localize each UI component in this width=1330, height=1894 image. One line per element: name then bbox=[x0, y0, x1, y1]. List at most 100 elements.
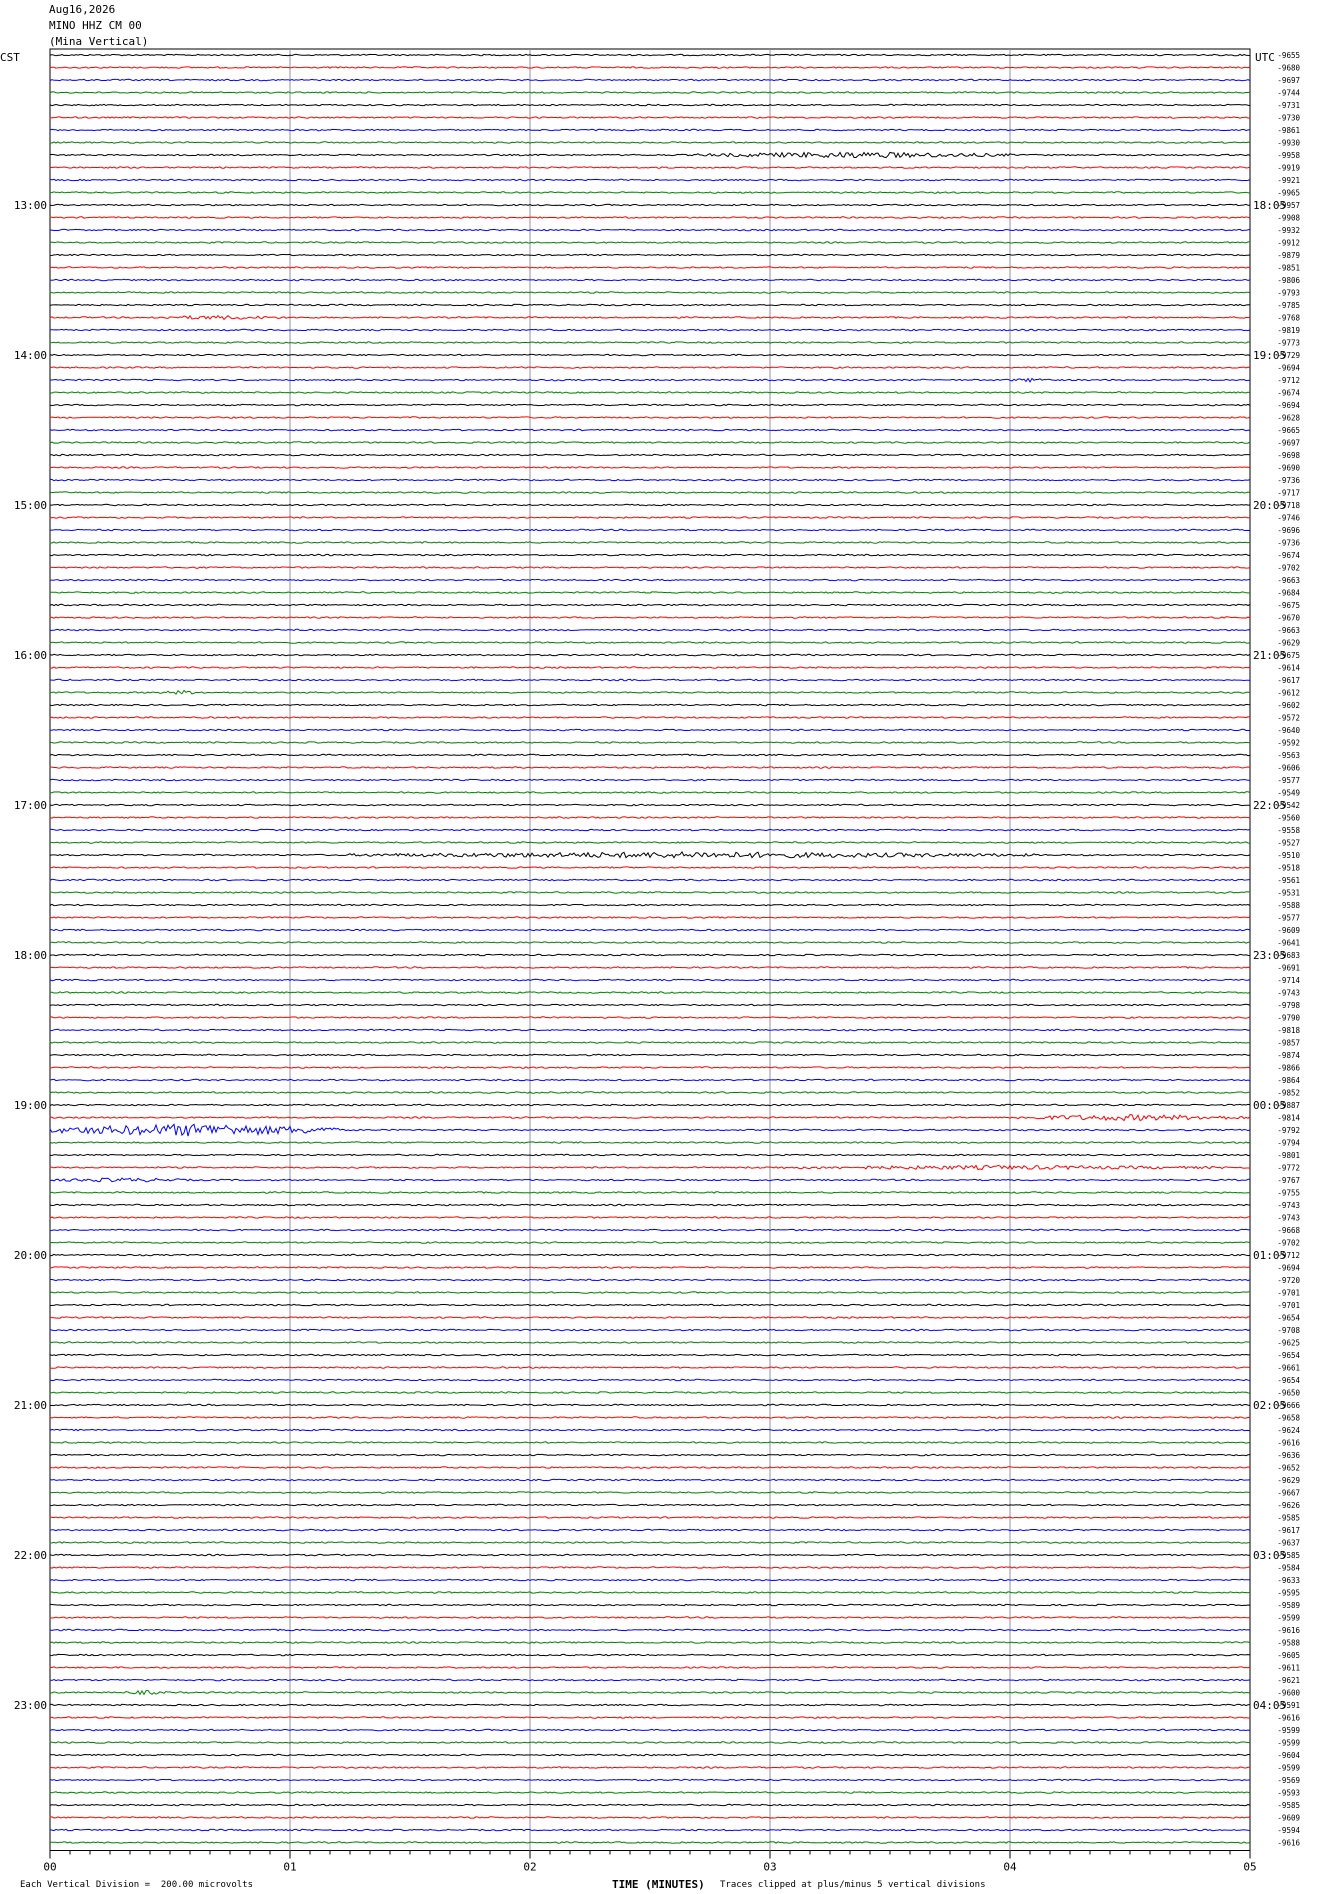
left-hour-label: 20:00 bbox=[14, 1249, 47, 1262]
trace-offset-label: -9641 bbox=[1277, 939, 1300, 948]
trace-line bbox=[49, 103, 1251, 107]
trace-line bbox=[49, 1841, 1251, 1844]
trace-offset-label: -9736 bbox=[1277, 539, 1300, 548]
trace-line bbox=[50, 741, 1251, 744]
trace-line bbox=[49, 1114, 1251, 1122]
trace-offset-label: -9932 bbox=[1277, 226, 1300, 235]
trace-offset-label: -9616 bbox=[1277, 1714, 1300, 1723]
trace-offset-label: -9616 bbox=[1277, 1626, 1300, 1635]
trace-line bbox=[49, 578, 1251, 582]
trace-line bbox=[49, 1689, 1251, 1696]
trace-line bbox=[49, 903, 1251, 907]
trace-line bbox=[49, 1553, 1251, 1557]
right-hour-label: 04:05 bbox=[1253, 1699, 1286, 1712]
trace-line bbox=[49, 1791, 1251, 1794]
trace-line bbox=[49, 1441, 1251, 1444]
trace-line bbox=[49, 353, 1251, 357]
trace-offset-label: -9560 bbox=[1277, 814, 1300, 823]
trace-offset-label: -9670 bbox=[1277, 614, 1300, 623]
trace-offset-label: -9592 bbox=[1277, 739, 1300, 748]
trace-line bbox=[49, 1741, 1251, 1744]
trace-offset-label: -9527 bbox=[1277, 839, 1300, 848]
trace-offset-label: -9930 bbox=[1277, 139, 1300, 148]
trace-line bbox=[49, 541, 1251, 544]
trace-offset-label: -9736 bbox=[1277, 476, 1300, 485]
trace-offset-label: -9577 bbox=[1277, 776, 1300, 785]
trace-offset-label: -9561 bbox=[1277, 876, 1300, 885]
trace-offset-label: -9654 bbox=[1277, 1314, 1300, 1323]
trace-offset-label: -9874 bbox=[1277, 1051, 1300, 1060]
trace-offset-label: -9720 bbox=[1277, 1276, 1300, 1285]
trace-offset-label: -9599 bbox=[1277, 1739, 1300, 1748]
trace-offset-label: -9730 bbox=[1277, 114, 1300, 123]
trace-offset-label: -9663 bbox=[1277, 576, 1300, 585]
trace-offset-label: -9680 bbox=[1277, 64, 1300, 73]
right-hour-label: 18:05 bbox=[1253, 199, 1286, 212]
trace-line bbox=[49, 828, 1251, 832]
trace-offset-label: -9663 bbox=[1277, 626, 1300, 635]
trace-offset-label: -9912 bbox=[1277, 239, 1300, 248]
trace-line bbox=[49, 1816, 1251, 1819]
trace-line bbox=[49, 441, 1251, 444]
trace-line bbox=[49, 53, 1251, 57]
trace-offset-label: -9674 bbox=[1277, 389, 1300, 398]
left-hour-label: 21:00 bbox=[14, 1399, 47, 1412]
trace-line bbox=[49, 503, 1251, 507]
trace-offset-label: -9879 bbox=[1277, 251, 1300, 260]
trace-offset-label: -9599 bbox=[1277, 1764, 1300, 1773]
trace-line bbox=[49, 1528, 1251, 1532]
trace-line bbox=[49, 628, 1251, 632]
trace-line bbox=[49, 616, 1251, 619]
trace-offset-label: -9585 bbox=[1277, 1514, 1300, 1523]
trace-offset-label: -9611 bbox=[1277, 1664, 1300, 1673]
trace-offset-label: -9588 bbox=[1277, 1639, 1300, 1648]
trace-offset-label: -9604 bbox=[1277, 1751, 1300, 1760]
trace-line bbox=[49, 228, 1251, 232]
trace-line bbox=[50, 377, 1251, 383]
trace-offset-label: -9919 bbox=[1277, 164, 1300, 173]
trace-line bbox=[49, 1666, 1251, 1669]
trace-line bbox=[49, 1503, 1251, 1507]
trace-line bbox=[49, 466, 1251, 469]
trace-line bbox=[49, 241, 1250, 244]
trace-offset-label: -9626 bbox=[1277, 1501, 1300, 1510]
trace-line bbox=[49, 1303, 1251, 1307]
trace-line bbox=[49, 166, 1251, 169]
trace-line bbox=[49, 416, 1251, 419]
trace-line bbox=[49, 1041, 1251, 1044]
trace-offset-label: -9674 bbox=[1277, 551, 1300, 560]
trace-line bbox=[49, 151, 1251, 159]
trace-line bbox=[49, 1703, 1251, 1707]
trace-line bbox=[49, 1466, 1251, 1469]
x-tick-label: 04 bbox=[1003, 1861, 1017, 1874]
trace-line bbox=[49, 941, 1251, 944]
trace-line bbox=[49, 1203, 1251, 1207]
trace-line bbox=[49, 641, 1251, 644]
trace-offset-label: -9654 bbox=[1277, 1351, 1300, 1360]
trace-line bbox=[49, 878, 1251, 882]
trace-line bbox=[49, 1428, 1251, 1432]
trace-line bbox=[49, 278, 1251, 282]
trace-offset-label: -9637 bbox=[1277, 1539, 1300, 1548]
trace-line bbox=[49, 916, 1251, 919]
trace-line bbox=[49, 978, 1251, 982]
trace-offset-label: -9531 bbox=[1277, 889, 1300, 898]
trace-offset-label: -9668 bbox=[1277, 1226, 1300, 1235]
trace-line bbox=[49, 1091, 1251, 1094]
trace-line bbox=[49, 1591, 1251, 1594]
trace-offset-label: -9518 bbox=[1277, 864, 1300, 873]
trace-line bbox=[49, 1416, 1251, 1419]
right-hour-label: 20:05 bbox=[1253, 499, 1286, 512]
trace-line bbox=[49, 1653, 1251, 1657]
trace-offset-label: -9577 bbox=[1277, 914, 1300, 923]
trace-offset-label: -9621 bbox=[1277, 1676, 1300, 1685]
helicorder-plot: -9655 -9680 -9697 -9744 -9731 -9730 -9861 -9930… bbox=[14, 48, 1300, 1874]
trace-offset-label: -9593 bbox=[1277, 1789, 1300, 1798]
right-hour-label: 23:05 bbox=[1253, 949, 1286, 962]
trace-offset-label: -9629 bbox=[1277, 1476, 1300, 1485]
trace-line bbox=[49, 778, 1251, 782]
trace-offset-label: -9696 bbox=[1277, 526, 1300, 535]
trace-offset-label: -9609 bbox=[1277, 1814, 1300, 1823]
trace-line bbox=[49, 341, 1251, 344]
trace-offset-label: -9794 bbox=[1277, 1139, 1300, 1148]
